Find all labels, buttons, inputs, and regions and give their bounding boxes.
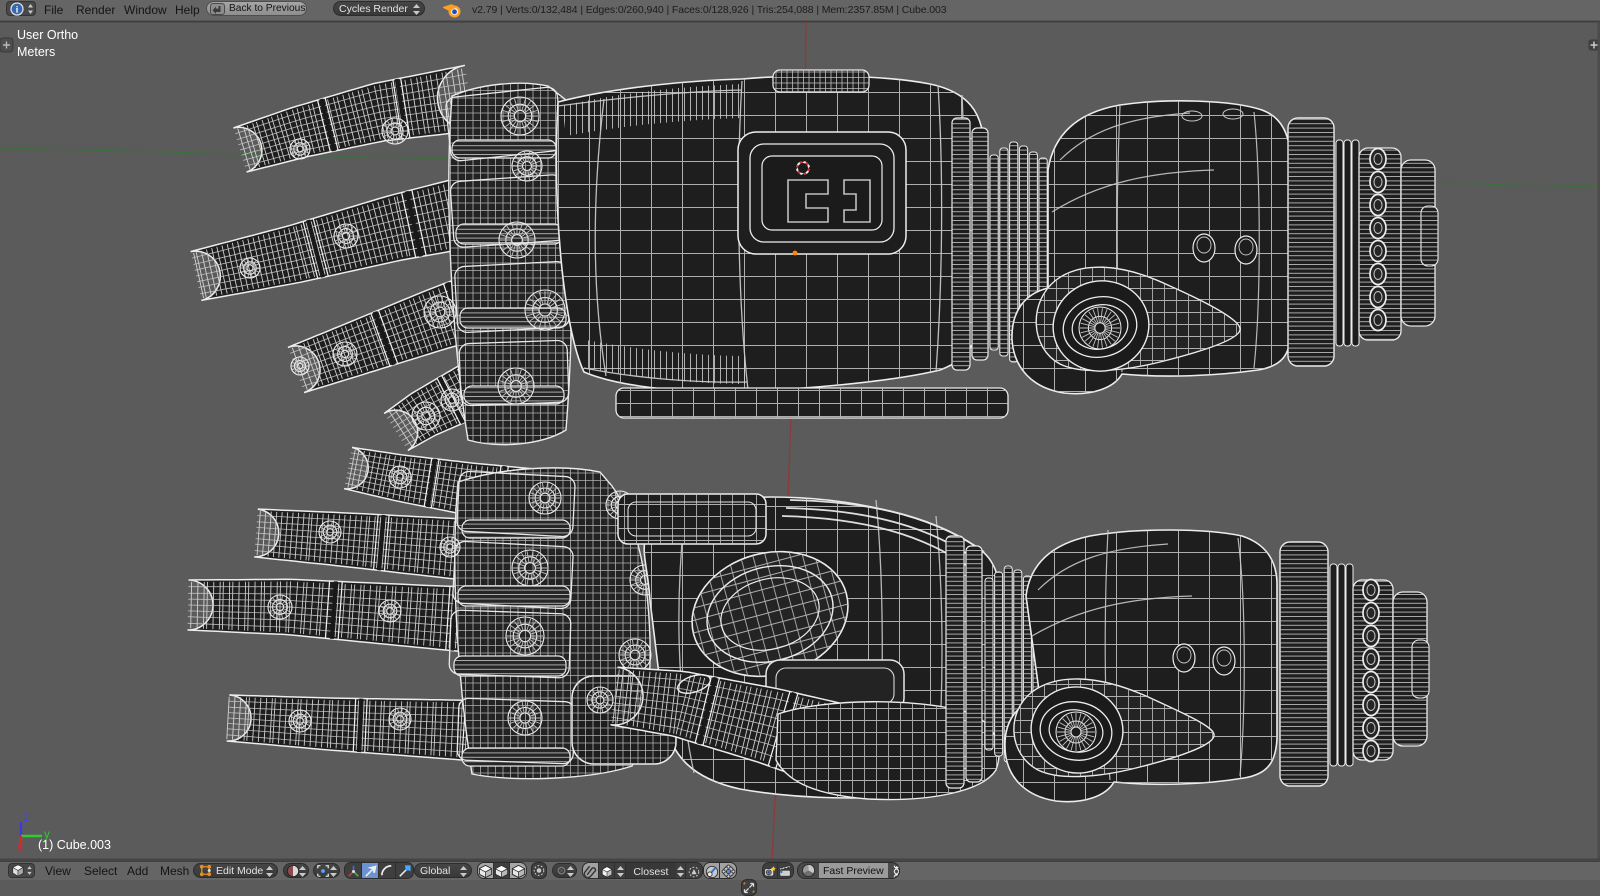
svg-text:User Ortho: User Ortho bbox=[17, 28, 78, 42]
svg-text:x: x bbox=[17, 843, 23, 855]
svg-text:(1) Cube.003: (1) Cube.003 bbox=[38, 838, 111, 852]
svg-text:Meters: Meters bbox=[17, 45, 55, 59]
svg-text:z: z bbox=[24, 812, 30, 824]
